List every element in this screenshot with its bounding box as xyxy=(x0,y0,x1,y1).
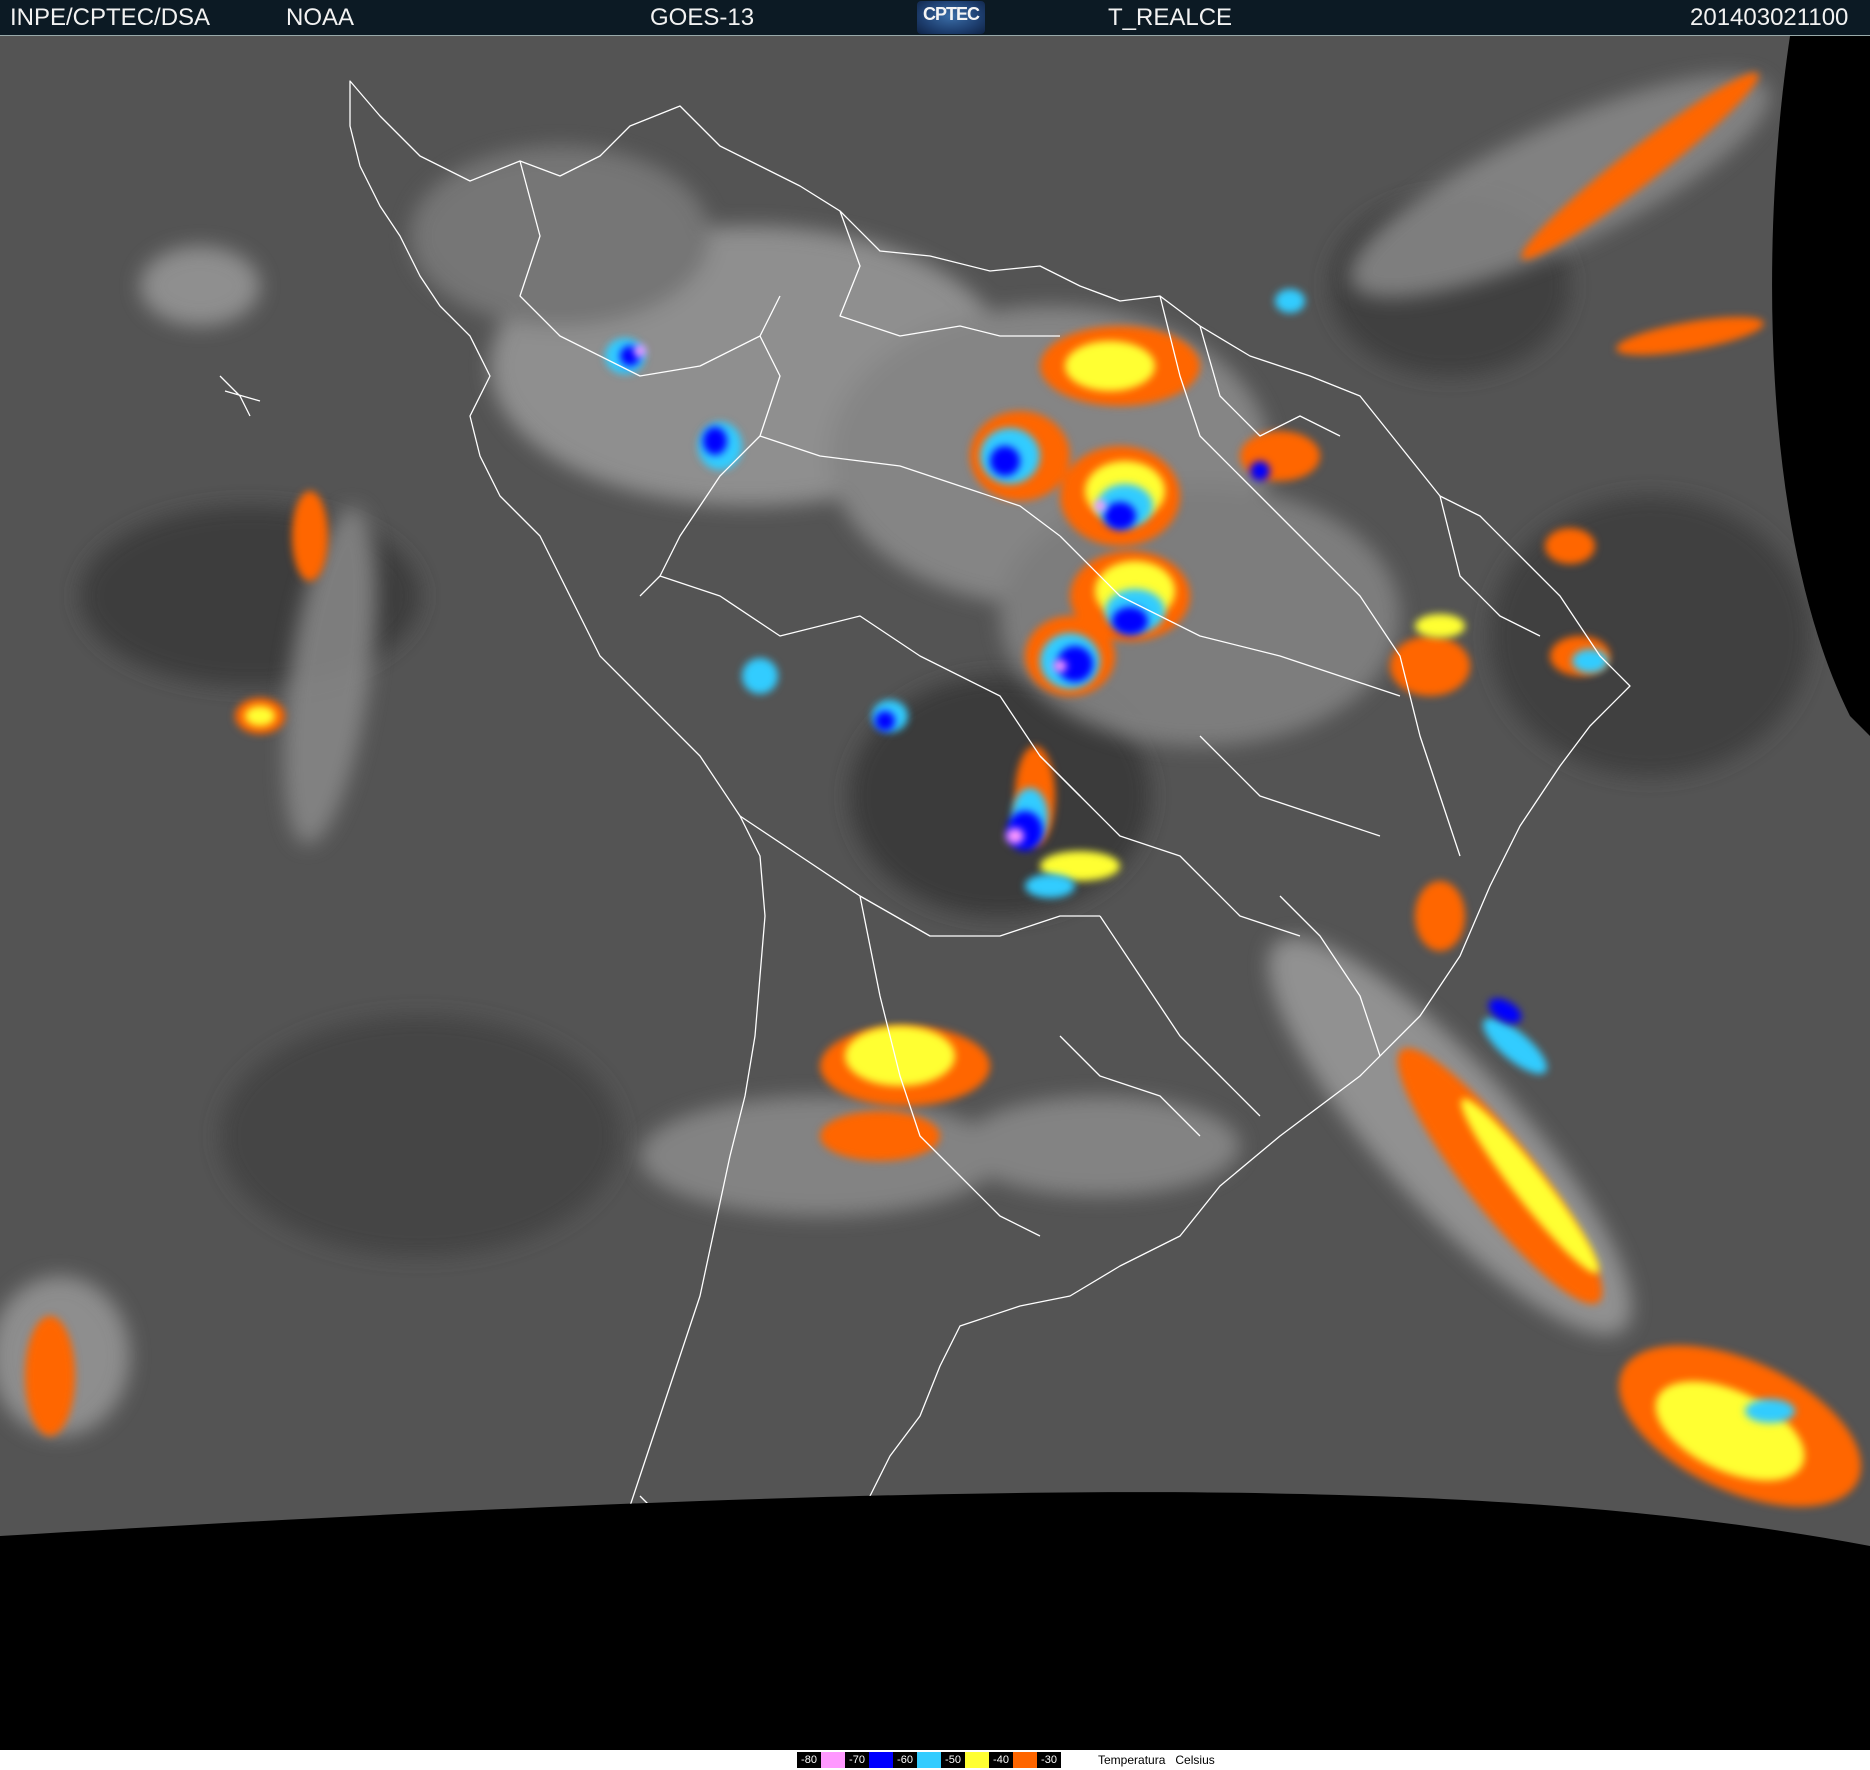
legend-swatch-1 xyxy=(869,1752,893,1768)
legend-unit-text: Celsius xyxy=(1175,1753,1215,1767)
legend-swatch-0 xyxy=(821,1752,845,1768)
satellite-image xyxy=(0,36,1870,1750)
legend-label-3: -50 xyxy=(941,1752,965,1768)
logo-text: CPTEC xyxy=(922,4,980,24)
legend-label-2: -60 xyxy=(893,1752,917,1768)
legend-label-4: -40 xyxy=(989,1752,1013,1768)
legend-title-text: Temperatura xyxy=(1098,1753,1166,1767)
org-label: INPE/CPTEC/DSA xyxy=(10,4,211,31)
agency-label: NOAA xyxy=(286,4,355,31)
legend-label-1: -70 xyxy=(845,1752,869,1768)
legend-swatch-2 xyxy=(917,1752,941,1768)
header-bar: INPE/CPTEC/DSA NOAA GOES-13 CPTEC T_REAL… xyxy=(0,0,1870,36)
satellite-label: GOES-13 xyxy=(650,4,755,31)
legend-swatch-3 xyxy=(965,1752,989,1768)
timestamp-label: 201403021100 xyxy=(1690,4,1849,31)
legend-label-5: -30 xyxy=(1037,1752,1061,1768)
legend-label-0: -80 xyxy=(797,1752,821,1768)
cptec-logo: CPTEC xyxy=(917,1,985,34)
temperature-legend: -80 -70 -60 -50 -40 -30 Temperatura Cels… xyxy=(0,1750,1870,1770)
product-label: T_REALCE xyxy=(1108,4,1233,31)
legend-title: Temperatura Celsius xyxy=(1098,1752,1215,1768)
legend-swatch-4 xyxy=(1013,1752,1037,1768)
earth-disk xyxy=(0,36,1870,1546)
satellite-map-svg xyxy=(0,36,1870,1546)
